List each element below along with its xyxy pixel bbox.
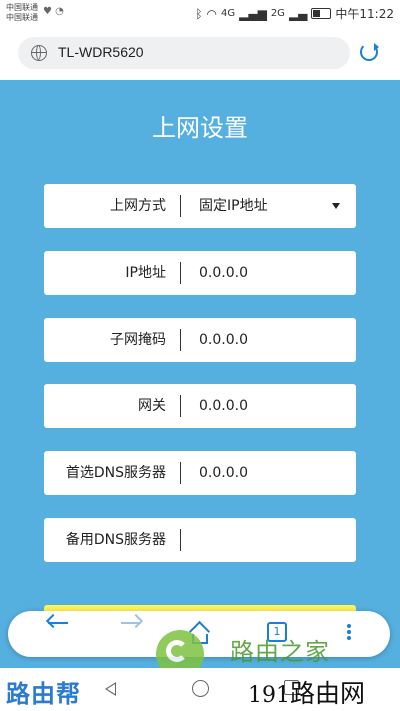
secondary-dns-field[interactable]: 备用DNS服务器 [44,518,356,562]
system-nav-bar: 路由帮 191路由网 [0,668,400,711]
watermark-brand-right: 191路由网 [248,674,365,710]
back-arrow-icon[interactable] [48,622,68,624]
page-title: 上网设置 [152,114,248,142]
more-menu-icon[interactable] [346,622,352,646]
primary-dns-field[interactable]: 首选DNS服务器 0.0.0.0 [44,451,356,495]
field-divider [180,462,181,484]
primary-dns-label: 首选DNS服务器 [65,465,166,481]
watermark-brand-number: 191 [248,683,290,708]
primary-dns-value[interactable]: 0.0.0.0 [199,451,248,495]
bluetooth-icon: ᛒ [195,6,203,21]
watermark-brand-left: 路由帮 [6,679,81,708]
address-bar[interactable]: TL-WDR5620 [18,37,350,69]
subnet-mask-value[interactable]: 0.0.0.0 [199,318,248,362]
system-back-icon[interactable] [105,682,116,696]
gateway-value[interactable]: 0.0.0.0 [199,384,248,428]
field-divider [180,329,181,351]
clock: 中午11:22 [335,7,394,21]
battery-icon [311,8,332,19]
notification-icons: ♥ ◔ [43,6,64,17]
connection-type-value: 固定IP地址 [199,198,268,214]
signal-4g-label: 4G [221,8,236,19]
chevron-down-icon [332,203,340,209]
gateway-field[interactable]: 网关 0.0.0.0 [44,384,356,428]
forward-arrow-icon[interactable] [121,622,141,624]
gateway-label: 网关 [138,398,166,414]
ip-address-label: IP地址 [125,265,166,281]
carrier-2: 中国联通 [6,13,38,22]
router-settings-page: 上网设置 上网方式 固定IP地址 IP地址 0.0.0.0 子网掩码 0.0.0… [0,80,400,668]
globe-icon [31,45,47,61]
system-home-icon[interactable] [192,680,209,697]
signal-2g-label: 2G [270,8,285,19]
reload-icon[interactable] [360,43,379,61]
subnet-mask-field[interactable]: 子网掩码 0.0.0.0 [44,318,356,362]
headset-icon: ◔ [55,6,64,17]
secondary-dns-label: 备用DNS服务器 [65,532,166,548]
browser-toolbar: TL-WDR5620 [0,28,400,80]
field-divider [180,395,181,417]
watermark-text: 路由之家 [230,638,330,666]
signal-icon: ▂▄▆ [239,6,267,21]
field-divider [180,262,181,284]
ip-address-value[interactable]: 0.0.0.0 [199,251,248,295]
connection-type-label: 上网方式 [110,198,166,214]
watermark-brand-text: 路由网 [290,679,366,708]
ip-address-field[interactable]: IP地址 0.0.0.0 [44,251,356,295]
url-text: TL-WDR5620 [58,44,144,60]
status-bar: 中国联通 中国联通 ♥ ◔ ᛒ ◠ 4G ▂▄▆ 2G ▂▄ 中午11:22 [0,0,400,28]
heart-icon: ♥ [43,6,52,17]
wifi-icon: ◠ [206,6,217,21]
carrier-1: 中国联通 [6,3,38,12]
signal-icon-2: ▂▄ [288,6,308,21]
connection-type-select[interactable]: 上网方式 固定IP地址 [44,184,356,228]
status-indicators: ᛒ ◠ 4G ▂▄▆ 2G ▂▄ 中午11:22 [195,5,394,22]
subnet-mask-label: 子网掩码 [110,332,166,348]
field-divider [180,195,181,217]
carrier-info: 中国联通 中国联通 [6,3,38,23]
field-divider [180,529,181,551]
